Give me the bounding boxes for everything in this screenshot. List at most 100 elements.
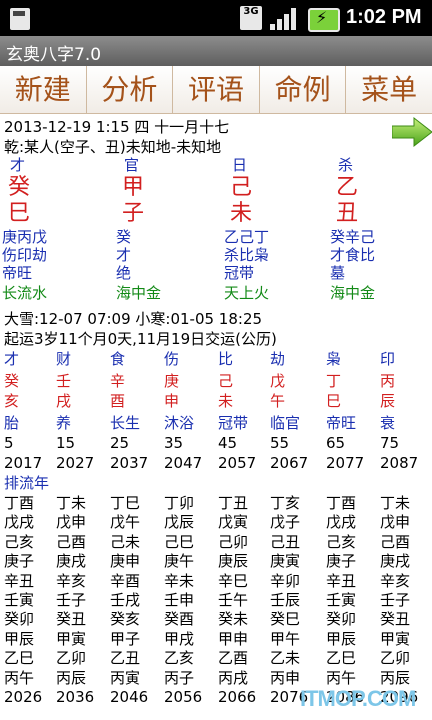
dayun-gan: 丁 [326, 372, 342, 390]
liunian-item: 乙酉 [218, 649, 249, 668]
liunian-item: 丁酉 [4, 494, 35, 512]
pillar-stage: 墓 [330, 264, 346, 282]
dayun-zhi: 戌 [56, 392, 72, 410]
dayun-stage: 沐浴 [164, 414, 195, 432]
dayun-age: 65 [326, 434, 346, 452]
liunian-item: 庚午 [164, 552, 195, 571]
liunian-item: 戊戌 [326, 513, 357, 532]
liunian-item: 丙午 [326, 668, 357, 687]
liunian-item: 乙丑 [110, 649, 141, 668]
liunian-item: 丙子 [164, 668, 195, 687]
liunian-item: 壬寅 [326, 591, 357, 609]
liunian-item: 戊寅 [218, 513, 249, 532]
liunian-item: 己亥 [4, 532, 35, 551]
dayun-zhi: 午 [270, 392, 286, 410]
dayun-year: 2067 [270, 454, 309, 472]
liunian-item: 甲戌 [164, 629, 195, 648]
liunian-item: 乙未 [270, 649, 301, 668]
dayun-stage: 冠带 [218, 414, 249, 432]
next-arrow-icon[interactable] [392, 116, 432, 148]
pillar-hidden-shen: 才 [116, 246, 132, 264]
pillar-zhi: 丑 [336, 201, 359, 226]
pillar-nayin: 海中金 [330, 284, 376, 302]
pillar-shen: 日 [232, 156, 248, 174]
pillar-hidden-stems: 癸辛己 [330, 228, 376, 246]
dayun-shen: 伤 [164, 350, 180, 368]
dayun-year: 2057 [218, 454, 257, 472]
liunian-item: 乙巳 [326, 649, 357, 668]
dayun-zhi: 申 [164, 392, 180, 410]
dayun-gan: 庚 [164, 372, 180, 390]
liunian-item: 丙辰 [380, 668, 411, 687]
pillar-gan: 己 [230, 175, 253, 200]
pillar-stage: 帝旺 [2, 264, 33, 282]
liunian-item: 辛酉 [110, 571, 141, 590]
liunian-item: 庚寅 [270, 552, 301, 571]
pillar-gan: 乙 [336, 175, 359, 200]
dayun-shen: 印 [380, 350, 396, 368]
liunian-item: 己酉 [380, 532, 411, 551]
liunian-label[interactable]: 排流年 [4, 472, 49, 493]
clock: 1:02 PM [346, 6, 422, 28]
dayun-age: 35 [164, 434, 184, 452]
comment-button[interactable]: 评语 [173, 66, 260, 114]
dayun-gan: 戊 [270, 372, 286, 390]
examples-button[interactable]: 命例 [259, 66, 347, 114]
liunian-end-year: 2036 [56, 688, 95, 706]
liunian-item: 戊申 [380, 513, 411, 532]
pillar-hidden-shen: 杀比枭 [224, 246, 270, 264]
dayun-year: 2027 [56, 454, 95, 472]
dayun-gan: 己 [218, 372, 234, 390]
pillar-zhi: 巳 [8, 201, 31, 226]
pillar-shen: 杀 [338, 156, 354, 174]
liunian-item: 壬戌 [110, 591, 141, 609]
pillar-nayin: 海中金 [116, 284, 162, 302]
liunian-item: 丁未 [380, 494, 411, 512]
analyze-button[interactable]: 分析 [86, 66, 174, 114]
dayun-age: 5 [4, 434, 14, 452]
app-title-bar: 玄奥八字7.0 [0, 36, 432, 66]
liunian-item: 戊子 [270, 513, 301, 532]
person-line: 乾:某人(空子、丑)未知地-未知地 [4, 138, 222, 156]
liunian-item: 庚子 [326, 552, 357, 571]
pillar-shen: 才 [10, 156, 26, 174]
network-3g-icon: 3G [240, 6, 262, 30]
liunian-item: 甲午 [270, 629, 301, 648]
app-title: 玄奥八字7.0 [6, 45, 102, 65]
liunian-item: 辛丑 [4, 571, 35, 590]
dayun-age: 15 [56, 434, 76, 452]
dayun-zhi: 巳 [326, 392, 342, 410]
liunian-item: 己酉 [56, 532, 87, 551]
liunian-item: 己卯 [218, 532, 249, 551]
liunian-item: 甲申 [218, 629, 249, 648]
liunian-item: 癸酉 [164, 610, 195, 629]
liunian-end-year: 2066 [218, 688, 257, 706]
liunian-end-year: 2056 [164, 688, 203, 706]
liunian-item: 辛卯 [270, 571, 301, 590]
dayun-zhi: 亥 [4, 392, 20, 410]
dayun-year: 2037 [110, 454, 149, 472]
pillar-hidden-stems: 癸 [116, 228, 132, 246]
dayun-stage: 胎 [4, 414, 20, 432]
more-menu-button[interactable]: 菜单 [346, 66, 432, 114]
liunian-item: 戊戌 [4, 513, 35, 532]
dayun-stage: 衰 [380, 414, 396, 432]
liunian-item: 癸丑 [380, 610, 411, 629]
liunian-item: 辛亥 [380, 571, 411, 590]
dayun-age: 75 [380, 434, 400, 452]
liunian-item: 辛丑 [326, 571, 357, 590]
liunian-item: 癸巳 [270, 610, 301, 629]
pillar-hidden-stems: 乙己丁 [224, 228, 270, 246]
liunian-item: 己未 [110, 532, 141, 551]
liunian-item: 壬寅 [4, 591, 35, 609]
dayun-shen: 财 [56, 350, 72, 368]
pillar-zhi: 未 [230, 201, 253, 226]
dayun-age: 45 [218, 434, 238, 452]
new-button[interactable]: 新建 [0, 66, 87, 114]
liunian-item: 壬子 [380, 591, 411, 609]
dayun-stage: 长生 [110, 414, 141, 432]
liunian-item: 辛巳 [218, 571, 249, 590]
liunian-item: 壬申 [164, 591, 195, 609]
pillar-gan: 癸 [8, 175, 31, 200]
qiyun-line: 起运3岁11个月0天,11月19日交运(公历) [4, 330, 277, 348]
